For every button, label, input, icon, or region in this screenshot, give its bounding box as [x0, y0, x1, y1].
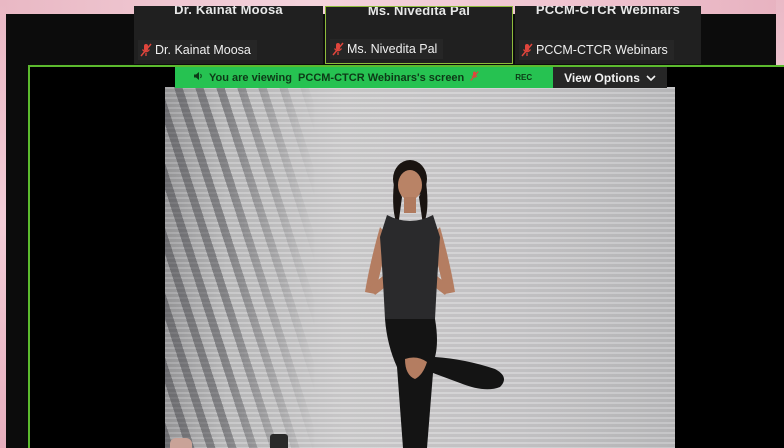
participant-tile[interactable]: Dr. Kainat Moosa Dr. Kainat Moosa — [134, 6, 323, 64]
participant-name-tag: Ms. Nivedita Pal — [330, 39, 444, 59]
participant-tile[interactable]: Ms. Nivedita Pal Ms. Nivedita Pal — [325, 6, 513, 64]
participant-name-label: Dr. Kainat Moosa — [155, 43, 251, 57]
outer-frame-left — [0, 0, 6, 448]
chevron-down-icon — [646, 71, 656, 85]
screen-share-text: You are viewing PCCM-CTCR Webinars's scr… — [209, 71, 465, 84]
participant-name-tag: Dr. Kainat Moosa — [138, 40, 257, 60]
mic-muted-icon — [140, 43, 152, 57]
view-options-button[interactable]: View Options — [553, 67, 667, 88]
view-options-label: View Options — [564, 70, 640, 85]
speaker-icon — [193, 71, 203, 84]
participant-name-label: Ms. Nivedita Pal — [347, 42, 438, 56]
mic-muted-icon — [470, 70, 479, 85]
screen-share-banner: You are viewing PCCM-CTCR Webinars's scr… — [175, 67, 553, 88]
mic-muted-icon — [332, 42, 344, 56]
yoga-instructor-figure — [365, 160, 504, 448]
participant-tile[interactable]: PCCM-CTCR Webinars PCCM-CTCR Webinars — [515, 6, 701, 64]
rec-indicator: REC — [515, 73, 533, 82]
mic-muted-icon — [521, 43, 533, 57]
participant-display-name: Dr. Kainat Moosa — [174, 6, 283, 17]
participant-name-label: PCCM-CTCR Webinars — [536, 43, 668, 57]
participant-name-tag: PCCM-CTCR Webinars — [519, 40, 674, 60]
participant-display-name: PCCM-CTCR Webinars — [535, 6, 681, 17]
shared-video-frame — [165, 87, 675, 448]
participant-display-name: Ms. Nivedita Pal — [367, 6, 471, 18]
